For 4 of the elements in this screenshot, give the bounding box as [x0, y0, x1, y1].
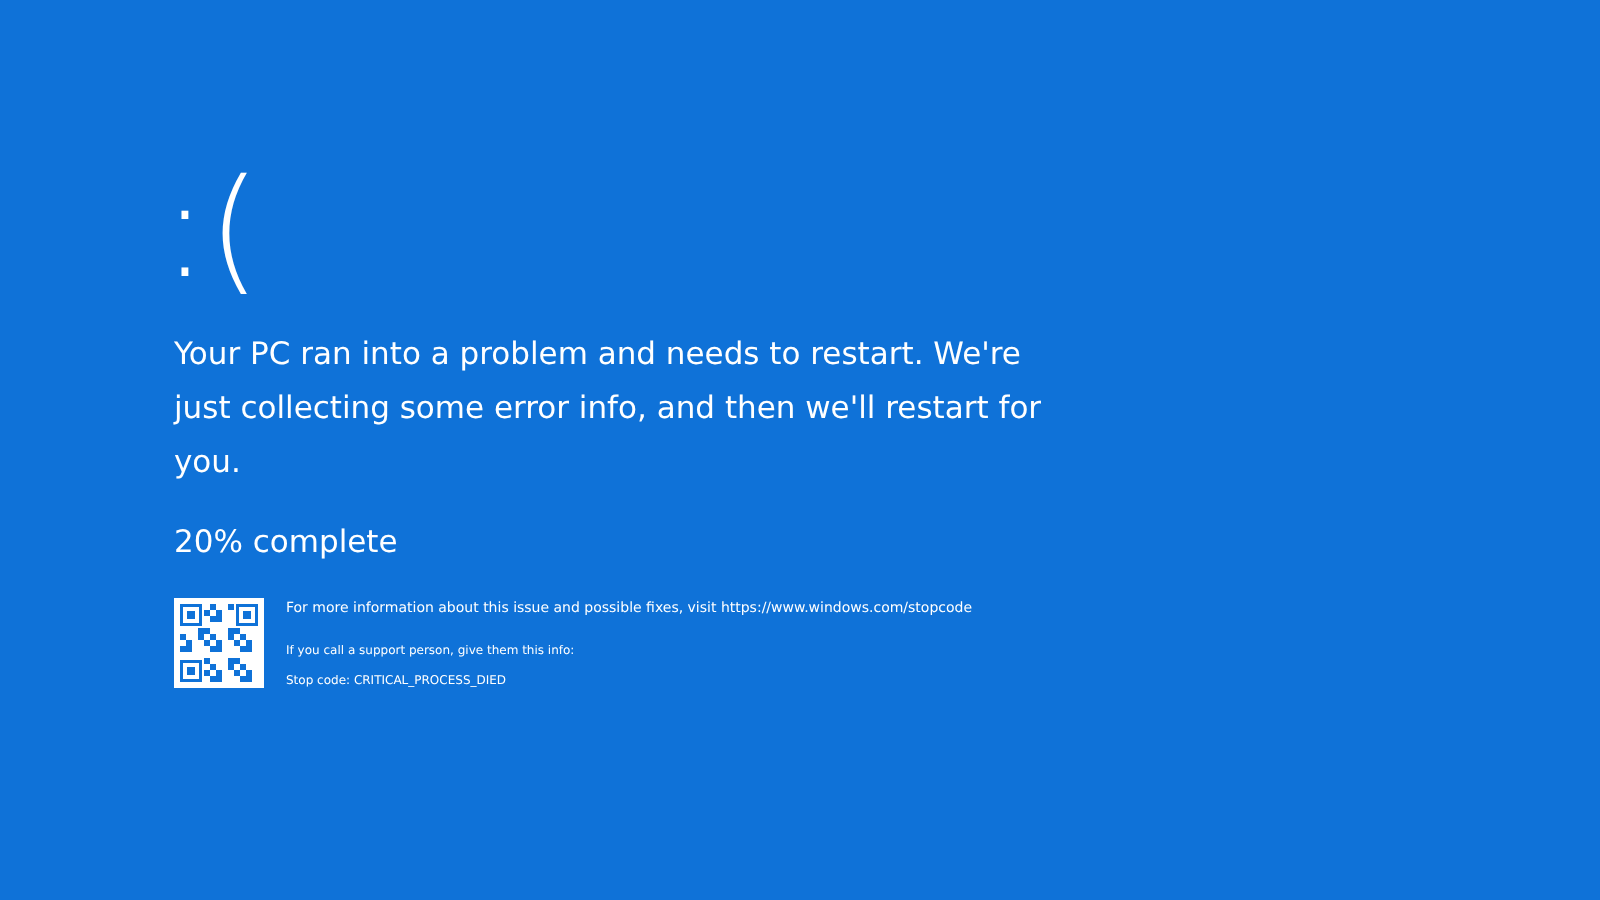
- error-message: Your PC ran into a problem and needs to restart. We're just collecting some error info, and then we'll restart for you.: [174, 334, 1044, 484]
- sad-face-emoticon: :(: [162, 156, 263, 308]
- qr-code-icon: [174, 598, 264, 688]
- progress-text: 20% complete: [174, 522, 400, 562]
